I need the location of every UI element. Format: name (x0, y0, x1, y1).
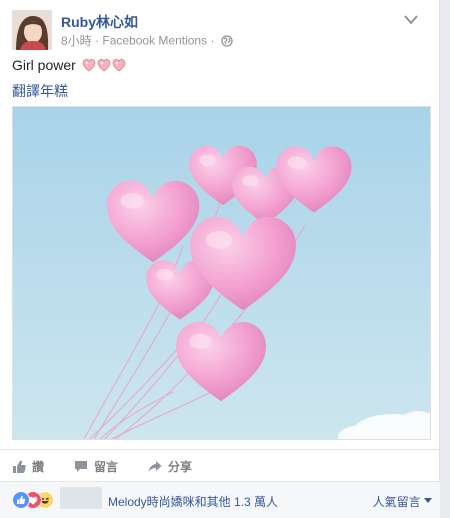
heart-balloons-image (13, 107, 430, 439)
post-card: Ruby林心如 8小時 · Facebook Mentions · Girl p… (0, 0, 440, 518)
post-source[interactable]: Facebook Mentions (102, 34, 207, 48)
thumbs-up-icon (13, 460, 26, 473)
avatar-image (12, 10, 52, 50)
comment-icon (75, 461, 87, 472)
meta-separator: · (95, 33, 100, 48)
translate-link[interactable]: 翻譯年糕 (12, 81, 68, 101)
redacted-friend-name (60, 487, 102, 509)
likers-text: Melody時尚嬌咪和其他 1.3 萬人 (108, 495, 279, 509)
social-summary: Melody時尚嬌咪和其他 1.3 萬人 人氣留言 (0, 481, 440, 518)
meta-separator-2: · (210, 33, 215, 48)
globe-icon[interactable] (221, 34, 233, 47)
post-message: Girl power (12, 57, 76, 73)
post-meta: 8小時 · Facebook Mentions · (61, 32, 233, 49)
share-button[interactable]: 分享 (148, 458, 192, 475)
author-name[interactable]: Ruby林心如 (61, 12, 138, 32)
share-icon (148, 461, 162, 472)
caret-down-icon (424, 498, 432, 503)
post-header: Ruby林心如 8小時 · Facebook Mentions · (12, 10, 432, 50)
comment-sort-dropdown[interactable]: 人氣留言 (373, 493, 432, 510)
post-body: Girl power (12, 57, 126, 73)
action-bar: 讚 留言 分享 (0, 449, 440, 482)
share-label: 分享 (168, 460, 193, 474)
post-time[interactable]: 8小時 (61, 34, 92, 48)
reaction-icons[interactable] (12, 491, 60, 509)
like-icon (12, 491, 30, 509)
chevron-down-icon[interactable] (404, 14, 418, 26)
comment-label: 留言 (94, 460, 119, 474)
heart-emoji-icons (82, 59, 125, 72)
comment-button[interactable]: 留言 (74, 458, 118, 475)
like-button[interactable]: 讚 (12, 458, 44, 475)
like-label: 讚 (32, 460, 45, 474)
author-avatar[interactable] (12, 10, 52, 50)
post-photo[interactable] (12, 106, 431, 440)
sort-label: 人氣留言 (372, 495, 421, 509)
likers-summary[interactable]: Melody時尚嬌咪和其他 1.3 萬人 (108, 493, 278, 510)
